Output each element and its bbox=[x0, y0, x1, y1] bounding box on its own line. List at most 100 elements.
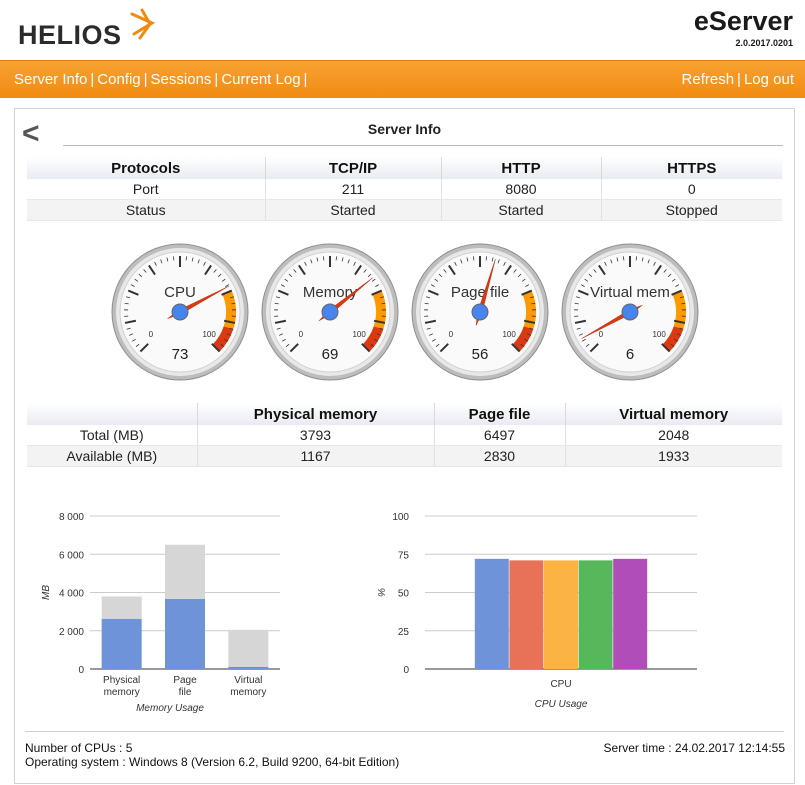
bar bbox=[613, 558, 648, 669]
table-cell: Available (MB) bbox=[27, 445, 198, 467]
y-tick-label: 100 bbox=[392, 512, 409, 523]
x-tick-label: file bbox=[179, 687, 192, 698]
nav-refresh[interactable]: Refresh bbox=[682, 71, 735, 88]
content-panel: < Server Info Protocols TCP/IP HTTP HTTP… bbox=[14, 108, 795, 784]
memory-table: Physical memory Page file Virtual memory… bbox=[27, 403, 782, 467]
nav-current-log[interactable]: Current Log bbox=[221, 71, 300, 88]
gauge: 0 100 Memory 69 bbox=[261, 243, 399, 381]
bar bbox=[474, 558, 509, 669]
gauge-hub bbox=[171, 303, 189, 321]
table-cell: Started bbox=[441, 199, 602, 221]
gauge-hub bbox=[321, 303, 339, 321]
col-header: Virtual memory bbox=[565, 403, 782, 425]
col-header: HTTP bbox=[441, 157, 602, 179]
x-tick-label: Virtual bbox=[234, 675, 262, 686]
nav-separator: | bbox=[737, 71, 741, 88]
bar bbox=[228, 666, 269, 669]
x-tick-label: Page bbox=[173, 675, 197, 686]
table-cell: 1933 bbox=[565, 445, 782, 467]
gauge-min-label: 0 bbox=[599, 330, 604, 339]
gauge: 0 100 Virtual mem 6 bbox=[561, 243, 699, 381]
col-header: Page file bbox=[434, 403, 566, 425]
bar bbox=[544, 560, 578, 669]
gauge-label: Page file bbox=[451, 284, 509, 301]
nav-separator: | bbox=[143, 71, 148, 88]
y-tick-label: 0 bbox=[403, 665, 409, 676]
bar bbox=[165, 598, 205, 669]
table-row: Port 211 8080 0 bbox=[27, 179, 782, 200]
nav-server-info[interactable]: Server Info bbox=[14, 71, 87, 88]
x-tick-label: Physical bbox=[103, 675, 140, 686]
table-row: Status Started Started Stopped bbox=[27, 199, 782, 221]
y-tick-label: 25 bbox=[398, 627, 410, 638]
bar bbox=[165, 544, 205, 599]
table-row: Total (MB) 3793 6497 2048 bbox=[27, 425, 782, 446]
table-cell: 6497 bbox=[434, 425, 566, 446]
y-axis-label: MB bbox=[41, 585, 52, 600]
bar bbox=[578, 560, 613, 669]
gauge-max-label: 100 bbox=[652, 330, 666, 339]
table-cell: 211 bbox=[265, 179, 442, 200]
bar bbox=[101, 596, 142, 619]
nav-log-out[interactable]: Log out bbox=[744, 71, 794, 88]
col-header bbox=[27, 403, 198, 425]
gauge-label: CPU bbox=[164, 284, 196, 301]
gauge-label: Memory bbox=[303, 284, 358, 301]
helios-logo: HELIOS bbox=[18, 8, 158, 50]
gauge: 0 100 Page file 56 bbox=[411, 243, 549, 381]
chart-title: Memory Usage bbox=[136, 703, 204, 714]
app-title: eServer bbox=[693, 6, 793, 36]
table-cell: 8080 bbox=[441, 179, 602, 200]
bar bbox=[101, 618, 142, 669]
y-tick-label: 0 bbox=[78, 665, 84, 676]
table-cell: 2048 bbox=[565, 425, 782, 446]
gauge-value: 69 bbox=[322, 346, 339, 363]
table-cell: Port bbox=[27, 179, 266, 200]
x-tick-label: memory bbox=[230, 687, 266, 698]
operating-system: Operating system : Windows 8 (Version 6.… bbox=[25, 755, 400, 769]
chart-title: CPU Usage bbox=[535, 699, 588, 710]
gauge-min-label: 0 bbox=[449, 330, 454, 339]
gauge-value: 6 bbox=[626, 346, 634, 363]
col-header: Physical memory bbox=[197, 403, 435, 425]
table-row: Available (MB) 1167 2830 1933 bbox=[27, 445, 782, 467]
x-tick-label: memory bbox=[104, 687, 140, 698]
footer-divider bbox=[25, 731, 784, 732]
nav-left: Server Info | Config | Sessions | Current Log | bbox=[14, 71, 310, 88]
col-header: TCP/IP bbox=[265, 157, 442, 179]
table-cell: 3793 bbox=[197, 425, 435, 446]
col-header: HTTPS bbox=[601, 157, 782, 179]
y-tick-label: 8 000 bbox=[59, 512, 84, 523]
y-tick-label: 50 bbox=[398, 589, 410, 600]
y-tick-label: 4 000 bbox=[59, 589, 84, 600]
y-tick-label: 6 000 bbox=[59, 550, 84, 561]
memory-usage-chart: 02 0004 0006 0008 000MBPhysicalmemoryPag… bbox=[41, 512, 280, 714]
title-divider bbox=[63, 145, 783, 146]
nav-config[interactable]: Config bbox=[97, 71, 140, 88]
nav-separator: | bbox=[303, 71, 308, 88]
protocols-table: Protocols TCP/IP HTTP HTTPS Port 211 808… bbox=[27, 157, 782, 221]
x-tick-label: CPU bbox=[550, 679, 571, 690]
gauge: 0 100 CPU 73 bbox=[111, 243, 249, 381]
table-cell: Status bbox=[27, 199, 266, 221]
nav-separator: | bbox=[214, 71, 219, 88]
gauge-value: 73 bbox=[172, 346, 189, 363]
header: HELIOS eServer 2.0.2017.0201 bbox=[0, 0, 805, 60]
app-version: 2.0.2017.0201 bbox=[735, 38, 793, 48]
server-time: Server time : 24.02.2017 12:14:55 bbox=[603, 741, 785, 755]
gauge-hub bbox=[471, 303, 489, 321]
y-tick-label: 2 000 bbox=[59, 627, 84, 638]
table-cell: 2830 bbox=[434, 445, 566, 467]
gauge-min-label: 0 bbox=[299, 330, 304, 339]
gauge-hub bbox=[621, 303, 639, 321]
table-header-row: Physical memory Page file Virtual memory bbox=[27, 403, 782, 425]
table-cell: 0 bbox=[601, 179, 782, 200]
gauge-label: Virtual mem bbox=[590, 284, 670, 301]
y-tick-label: 75 bbox=[398, 550, 410, 561]
nav-right: Refresh | Log out bbox=[682, 71, 794, 88]
table-cell: 1167 bbox=[197, 445, 435, 467]
table-cell: Stopped bbox=[601, 199, 782, 221]
nav-sessions[interactable]: Sessions bbox=[151, 71, 212, 88]
col-header: Protocols bbox=[27, 157, 266, 179]
footer-info: Number of CPUs : 5 Operating system : Wi… bbox=[25, 741, 399, 769]
